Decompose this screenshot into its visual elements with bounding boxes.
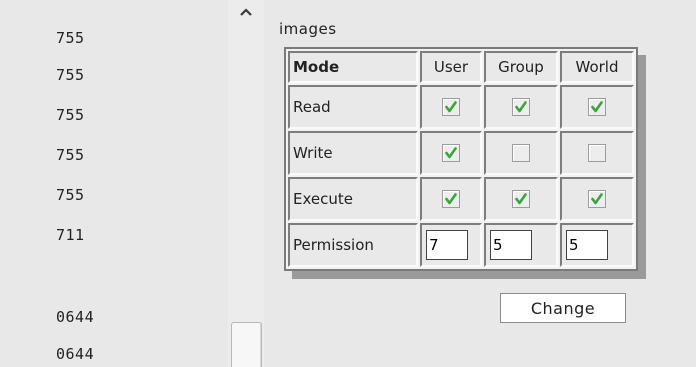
permission-table-panel: Mode User Group World Read Write Execute [284, 47, 638, 271]
cell-read-user [420, 85, 482, 129]
cell-read-group [484, 85, 558, 129]
table-row: Write [288, 131, 634, 175]
cell-execute-user [420, 177, 482, 221]
cell-permission-user [420, 223, 482, 267]
checkbox-read-world[interactable] [588, 98, 606, 117]
checkbox-read-group[interactable] [512, 98, 530, 117]
cell-write-user [420, 131, 482, 175]
checkbox-write-group[interactable] [512, 144, 530, 163]
scroll-up-button[interactable] [228, 0, 264, 28]
list-item[interactable]: 755 [56, 66, 85, 84]
permission-list: 755 755 755 755 755 711 0644 0644 [0, 0, 230, 367]
list-item[interactable]: 755 [56, 186, 85, 204]
table-row: Permission [288, 223, 634, 267]
cell-read-world [560, 85, 634, 129]
checkmark-icon [515, 193, 527, 205]
checkmark-icon [591, 101, 603, 113]
checkmark-icon [515, 101, 527, 113]
permission-world-input[interactable] [566, 230, 608, 260]
cell-execute-world [560, 177, 634, 221]
cell-execute-group [484, 177, 558, 221]
checkmark-icon [445, 147, 457, 159]
list-item[interactable]: 755 [56, 29, 85, 47]
list-item[interactable]: 0644 [56, 308, 94, 326]
vertical-scrollbar[interactable] [228, 0, 264, 367]
scroll-thumb[interactable] [231, 322, 262, 367]
row-label-permission: Permission [288, 223, 418, 267]
table-header-row: Mode User Group World [288, 51, 634, 83]
checkbox-write-user[interactable] [442, 144, 460, 163]
checkbox-execute-group[interactable] [512, 190, 530, 209]
checkmark-icon [445, 193, 457, 205]
column-header-user: User [420, 51, 482, 83]
cell-permission-group [484, 223, 558, 267]
checkbox-write-world[interactable] [588, 144, 606, 163]
change-button[interactable]: Change [500, 293, 626, 323]
permission-group-input[interactable] [490, 230, 532, 260]
checkbox-execute-user[interactable] [442, 190, 460, 209]
cell-write-world [560, 131, 634, 175]
permission-user-input[interactable] [426, 230, 468, 260]
cell-write-group [484, 131, 558, 175]
list-item[interactable]: 711 [56, 226, 85, 244]
file-permissions-view: 755 755 755 755 755 711 0644 0644 images… [0, 0, 696, 367]
list-item[interactable]: 755 [56, 146, 85, 164]
folder-name: images [279, 20, 337, 38]
table-row: Execute [288, 177, 634, 221]
table-row: Read [288, 85, 634, 129]
column-header-world: World [560, 51, 634, 83]
list-item[interactable]: 755 [56, 106, 85, 124]
row-label-read: Read [288, 85, 418, 129]
column-header-mode: Mode [288, 51, 418, 83]
checkbox-execute-world[interactable] [588, 190, 606, 209]
list-item[interactable]: 0644 [56, 345, 94, 363]
column-header-group: Group [484, 51, 558, 83]
checkbox-read-user[interactable] [442, 98, 460, 117]
checkmark-icon [591, 193, 603, 205]
permission-table: Mode User Group World Read Write Execute [286, 49, 636, 269]
cell-permission-world [560, 223, 634, 267]
row-label-execute: Execute [288, 177, 418, 221]
chevron-up-icon [240, 8, 252, 16]
checkmark-icon [445, 101, 457, 113]
row-label-write: Write [288, 131, 418, 175]
